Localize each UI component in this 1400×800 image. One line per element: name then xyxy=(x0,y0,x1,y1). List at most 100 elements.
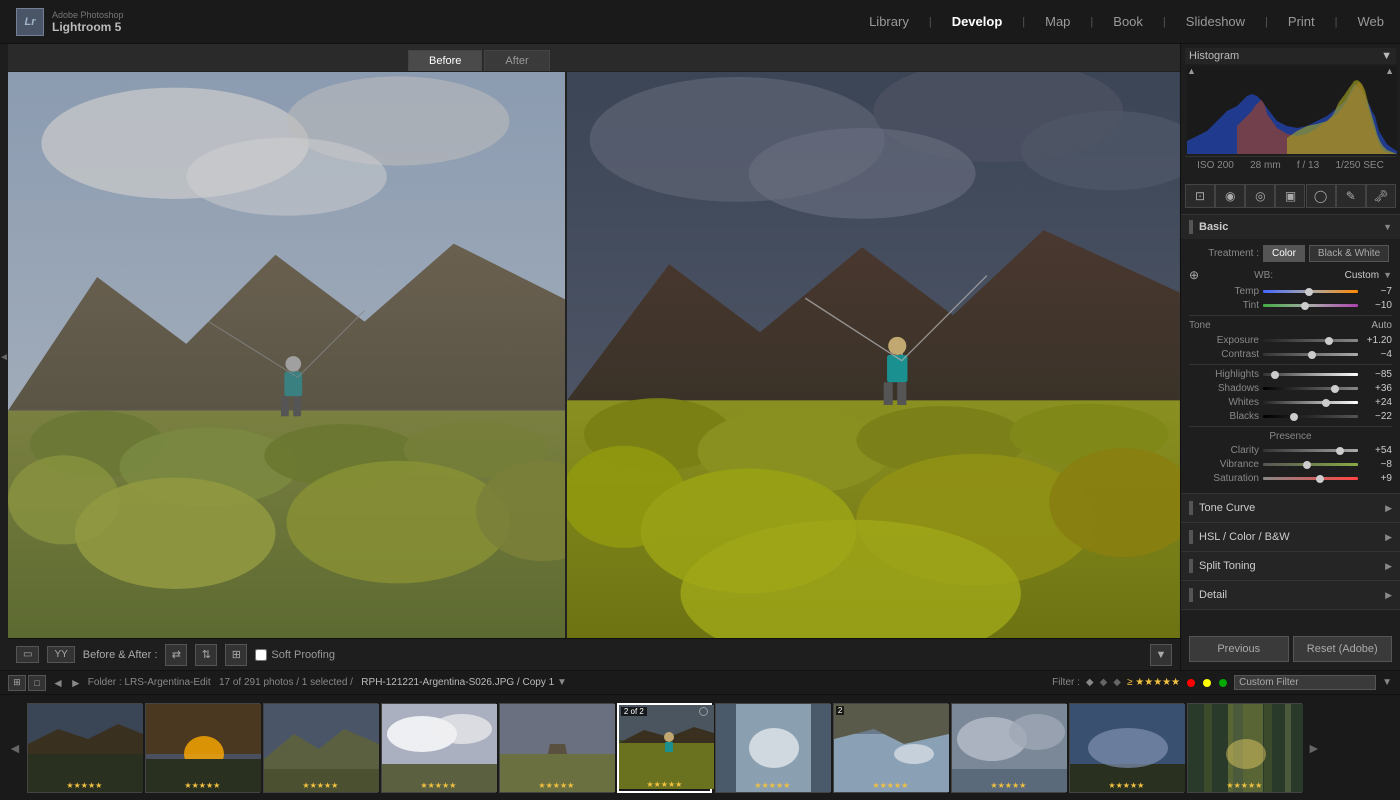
tone-curve-toggle-icon: ▶ xyxy=(1385,503,1392,514)
before-tab[interactable]: Before xyxy=(408,50,482,71)
nav-slideshow[interactable]: Slideshow xyxy=(1186,14,1245,29)
temp-thumb[interactable] xyxy=(1305,288,1313,296)
after-image xyxy=(567,72,1180,638)
ba-layout-btn[interactable]: ⊞ xyxy=(225,644,247,666)
tone-curve-header[interactable]: Tone Curve ▶ xyxy=(1181,494,1400,522)
nav-library[interactable]: Library xyxy=(869,14,909,29)
lr-logo-text: Lr xyxy=(25,16,36,28)
filmstrip-prev-btn[interactable]: ◄ xyxy=(52,676,64,690)
nav-develop[interactable]: Develop xyxy=(952,14,1003,29)
basic-toggle-icon: ▼ xyxy=(1383,222,1392,232)
nav-map[interactable]: Map xyxy=(1045,14,1070,29)
filter-red-flag[interactable] xyxy=(1187,679,1195,687)
filter-green-flag[interactable] xyxy=(1219,679,1227,687)
filename-dropdown[interactable]: ▼ xyxy=(557,677,567,688)
film-thumb-7[interactable]: ★★★★★ xyxy=(715,703,830,793)
view-yy-btn[interactable]: YY xyxy=(47,646,74,663)
custom-filter-input[interactable] xyxy=(1234,675,1376,690)
clarity-thumb[interactable] xyxy=(1336,447,1344,455)
left-panel-toggle[interactable]: ◄ xyxy=(0,44,8,670)
ba-swap-btn[interactable]: ⇄ xyxy=(165,644,187,666)
custom-filter-dropdown[interactable]: ▼ xyxy=(1382,677,1392,688)
presence-divider xyxy=(1189,426,1392,427)
film-thumb-11[interactable]: ★★★★★ xyxy=(1187,703,1302,793)
vibrance-thumb[interactable] xyxy=(1303,461,1311,469)
histogram-section: Histogram ▼ ▲ ▲ xyxy=(1181,44,1400,178)
filter-diamond3[interactable]: ◆ xyxy=(1113,677,1121,688)
after-scene-svg xyxy=(567,72,1180,638)
wb-dropdown-icon[interactable]: ▼ xyxy=(1383,270,1392,280)
thumb-4-stars: ★★★★★ xyxy=(420,781,456,790)
loupe-view-btn[interactable]: □ xyxy=(28,675,46,691)
treatment-row: Treatment : Color Black & White xyxy=(1189,245,1392,262)
highlights-thumb[interactable] xyxy=(1271,371,1279,379)
tint-track xyxy=(1263,304,1358,307)
film-thumb-4[interactable]: ★★★★★ xyxy=(381,703,496,793)
thumb-9-stars: ★★★★★ xyxy=(990,781,1026,790)
filter-diamond1[interactable]: ◆ xyxy=(1086,677,1094,688)
filmstrip-scroll-right[interactable]: ► xyxy=(1305,740,1323,756)
basic-section-header[interactable]: Basic ▼ xyxy=(1181,215,1400,239)
thumb-8-badge: 2 xyxy=(836,706,844,715)
thumb-1-img xyxy=(28,704,143,792)
thumb-10-stars: ★★★★★ xyxy=(1108,781,1144,790)
presence-label: Presence xyxy=(1189,431,1392,442)
key-tool-btn[interactable]: 🗝 xyxy=(1366,184,1396,208)
color-treatment-btn[interactable]: Color xyxy=(1263,245,1305,262)
wb-row: ⊕ WB: Custom ▼ xyxy=(1189,268,1392,282)
vibrance-label: Vibrance xyxy=(1189,459,1259,470)
split-toning-indicator xyxy=(1189,559,1193,573)
previous-btn[interactable]: Previous xyxy=(1189,636,1289,662)
logo-area: Lr Adobe Photoshop Lightroom 5 xyxy=(16,8,124,36)
contrast-thumb[interactable] xyxy=(1308,351,1316,359)
adj-brush-btn[interactable]: ✎ xyxy=(1336,184,1366,208)
redeye-btn[interactable]: ◎ xyxy=(1245,184,1275,208)
film-thumb-8[interactable]: 2 ★★★★★ xyxy=(833,703,948,793)
film-thumb-9[interactable]: ★★★★★ xyxy=(951,703,1066,793)
radial-filter-btn[interactable]: ◯ xyxy=(1306,184,1336,208)
ba-copy-btn[interactable]: ⇅ xyxy=(195,644,217,666)
soft-proofing-checkbox[interactable] xyxy=(255,649,267,661)
view-normal-btn[interactable]: ▭ xyxy=(16,646,39,663)
hist-highlight-arrow[interactable]: ▲ xyxy=(1385,66,1394,76)
split-toning-header[interactable]: Split Toning ▶ xyxy=(1181,552,1400,580)
film-thumb-5[interactable]: ★★★★★ xyxy=(499,703,614,793)
hist-shadow-arrow[interactable]: ▲ xyxy=(1187,66,1196,76)
tone-curve-title: Tone Curve xyxy=(1199,502,1255,514)
whites-thumb[interactable] xyxy=(1322,399,1330,407)
auto-btn[interactable]: Auto xyxy=(1371,320,1392,331)
thumb-3-img xyxy=(264,704,379,792)
temp-slider-row: Temp −7 xyxy=(1189,286,1392,297)
film-thumb-10[interactable]: ★★★★★ xyxy=(1069,703,1184,793)
crop-tool-btn[interactable]: ⊡ xyxy=(1185,184,1215,208)
bw-treatment-btn[interactable]: Black & White xyxy=(1309,245,1389,262)
filter-diamond2[interactable]: ◆ xyxy=(1100,677,1108,688)
spot-heal-btn[interactable]: ◉ xyxy=(1215,184,1245,208)
film-thumb-2[interactable]: ★★★★★ xyxy=(145,703,260,793)
whites-label: Whites xyxy=(1189,397,1259,408)
film-thumb-6[interactable]: 2 of 2 ★★★★★ xyxy=(617,703,712,793)
saturation-thumb[interactable] xyxy=(1316,475,1324,483)
grad-filter-btn[interactable]: ▣ xyxy=(1275,184,1305,208)
clarity-track xyxy=(1263,449,1358,452)
after-tab[interactable]: After xyxy=(484,50,549,71)
filmstrip-next-btn[interactable]: ► xyxy=(70,676,82,690)
detail-header[interactable]: Detail ▶ xyxy=(1181,581,1400,609)
nav-web[interactable]: Web xyxy=(1358,14,1385,29)
hsl-header[interactable]: HSL / Color / B&W ▶ xyxy=(1181,523,1400,551)
filmstrip-scroll-left[interactable]: ◄ xyxy=(6,740,24,756)
grid-view-btn[interactable]: ⊞ xyxy=(8,675,26,691)
exposure-thumb[interactable] xyxy=(1325,337,1333,345)
blacks-thumb[interactable] xyxy=(1290,413,1298,421)
filter-stars[interactable]: ≥ ★★★★★ xyxy=(1127,677,1180,688)
nav-print[interactable]: Print xyxy=(1288,14,1315,29)
toolbar-menu-btn[interactable]: ▼ xyxy=(1150,644,1172,666)
shadows-thumb[interactable] xyxy=(1331,385,1339,393)
reset-btn[interactable]: Reset (Adobe) xyxy=(1293,636,1393,662)
tint-thumb[interactable] xyxy=(1301,302,1309,310)
nav-book[interactable]: Book xyxy=(1113,14,1143,29)
film-thumb-1[interactable]: ★★★★★ xyxy=(27,703,142,793)
dropper-icon[interactable]: ⊕ xyxy=(1189,268,1199,282)
filter-yellow-flag[interactable] xyxy=(1203,679,1211,687)
film-thumb-3[interactable]: ★★★★★ xyxy=(263,703,378,793)
